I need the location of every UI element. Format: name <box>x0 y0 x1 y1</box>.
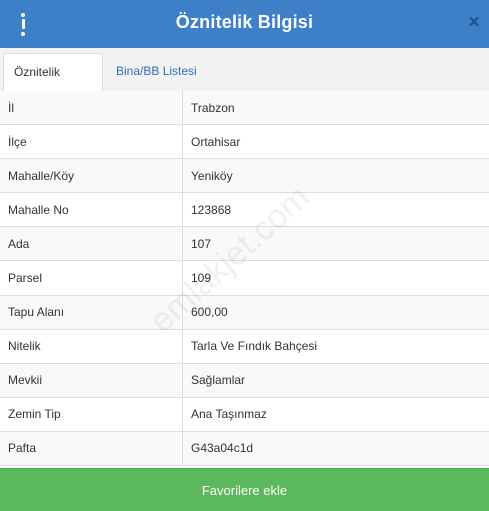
panel-header: Öznitelik Bilgisi × <box>0 0 489 48</box>
row-value: Yeniköy <box>191 168 233 183</box>
attribute-table: İl Trabzon İlçe Ortahisar Mahalle/Köy Ye… <box>0 91 489 467</box>
table-row: Mahalle/Köy Yeniköy <box>0 159 489 194</box>
table-row: Zemin Tip Ana Taşınmaz <box>0 397 489 432</box>
row-value: 600,00 <box>191 305 228 320</box>
row-value: 123868 <box>191 202 232 217</box>
row-value: G43a04c1d <box>191 441 254 456</box>
row-value: Sağlamlar <box>191 373 246 388</box>
row-value: 107 <box>191 236 212 251</box>
row-label: Mahalle/Köy <box>0 159 183 193</box>
tab-bar: Öznitelik Bilgisi Bina/BB Listesi <box>0 48 489 115</box>
row-label: Parsel <box>0 261 183 295</box>
add-favorites-button[interactable]: Favorilere ekle <box>0 468 489 511</box>
table-row: Tapu Alanı 600,00 <box>0 295 489 330</box>
row-label: Nitelik <box>0 329 183 363</box>
tab-oznitelik-bilgisi[interactable]: Öznitelik Bilgisi <box>3 53 103 115</box>
row-value: Ana Taşınmaz <box>191 407 267 422</box>
table-row: Mevkii Sağlamlar <box>0 363 489 398</box>
panel-title: Öznitelik Bilgisi <box>175 12 314 32</box>
row-value: Tarla Ve Fındık Bahçesi <box>191 339 318 354</box>
row-label: İlçe <box>0 125 183 159</box>
close-icon[interactable]: × <box>465 12 483 34</box>
row-label: İl <box>0 91 183 125</box>
table-row: Ada 107 <box>0 227 489 262</box>
row-label: Mevkii <box>0 363 183 397</box>
table-row: Nitelik Tarla Ve Fındık Bahçesi <box>0 329 489 364</box>
row-label: Ada <box>0 227 183 261</box>
table-row: Parsel 109 <box>0 261 489 296</box>
table-row: İl Trabzon <box>0 91 489 126</box>
row-label: Zemin Tip <box>0 397 183 431</box>
row-label: Tapu Alanı <box>0 295 183 329</box>
tab-bina-bb-listesi[interactable]: Bina/BB Listesi <box>106 53 207 93</box>
row-label: Mahalle No <box>0 193 183 227</box>
row-value: 109 <box>191 271 212 286</box>
row-label: Pafta <box>0 431 183 466</box>
table-row: Pafta G43a04c1d <box>0 431 489 467</box>
row-value: Ortahisar <box>191 134 241 149</box>
table-row: İlçe Ortahisar <box>0 125 489 160</box>
row-value: Trabzon <box>191 100 235 115</box>
table-row: Mahalle No 123868 <box>0 193 489 228</box>
